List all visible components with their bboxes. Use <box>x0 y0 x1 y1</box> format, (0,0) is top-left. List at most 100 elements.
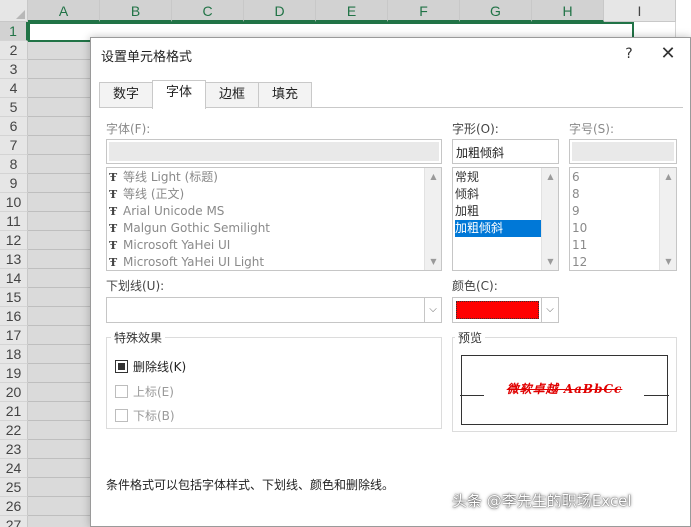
list-item[interactable]: 9 <box>572 203 580 220</box>
checkbox-icon <box>115 408 128 422</box>
superscript-checkbox[interactable]: 上标(E) <box>115 383 174 399</box>
hint-text: 条件格式可以包括字体样式、下划线、颜色和删除线。 <box>106 478 395 492</box>
list-item[interactable]: 6 <box>572 169 580 186</box>
tab-border[interactable]: 边框 <box>205 82 260 108</box>
row-header[interactable]: 12 <box>0 231 28 250</box>
row-header[interactable]: 19 <box>0 364 28 383</box>
scroll-up-icon[interactable]: ▲ <box>425 168 441 185</box>
font-style-input[interactable]: 加粗倾斜 <box>452 139 559 164</box>
row-header[interactable]: 13 <box>0 250 28 269</box>
list-item[interactable]: 10 <box>572 220 587 237</box>
subscript-checkbox[interactable]: 下标(B) <box>115 407 175 423</box>
row-header[interactable]: 14 <box>0 269 28 288</box>
column-header[interactable]: C <box>172 0 244 22</box>
row-header[interactable]: 1 <box>0 22 28 41</box>
row-header[interactable]: 8 <box>0 155 28 174</box>
tab-fill[interactable]: 填充 <box>258 82 313 108</box>
row-header[interactable]: 6 <box>0 117 28 136</box>
checkbox-checked-icon <box>115 359 128 373</box>
row-header[interactable]: 5 <box>0 98 28 117</box>
scroll-down-icon[interactable]: ▼ <box>425 253 441 270</box>
scroll-up-icon[interactable]: ▲ <box>542 168 558 185</box>
help-button[interactable]: ? <box>617 42 641 66</box>
superscript-label: 上标(E) <box>133 384 174 399</box>
tab-font[interactable]: 字体 <box>152 80 207 109</box>
truetype-icon: Ŧ <box>109 188 118 201</box>
row-header[interactable]: 26 <box>0 497 28 516</box>
font-style-value: 加粗倾斜 <box>456 146 505 160</box>
underline-label: 下划线(U): <box>106 279 165 293</box>
list-item[interactable]: 12 <box>572 254 587 270</box>
dialog-titlebar[interactable]: 设置单元格格式 ? ✕ <box>91 38 690 70</box>
column-header[interactable]: I <box>604 0 676 22</box>
column-header[interactable]: G <box>460 0 532 22</box>
strikethrough-label: 删除线(K) <box>133 359 187 374</box>
truetype-icon: Ŧ <box>109 239 118 252</box>
scroll-down-icon[interactable]: ▼ <box>542 253 558 270</box>
font-size-scrollbar[interactable]: ▲ ▼ <box>659 168 676 270</box>
watermark: 头条 @李先生的职场Excel <box>452 492 632 510</box>
font-size-list[interactable]: 6 8 9 10 11 12 ▲ ▼ <box>569 167 677 271</box>
column-header[interactable]: F <box>388 0 460 22</box>
tab-number[interactable]: 数字 <box>99 82 154 108</box>
list-item[interactable]: Ŧ Microsoft YaHei UI Light <box>109 254 264 270</box>
column-header[interactable]: E <box>316 0 388 22</box>
row-header[interactable]: 21 <box>0 402 28 421</box>
list-item[interactable]: 常规 <box>455 169 541 186</box>
row-header[interactable]: 9 <box>0 174 28 193</box>
row-header[interactable]: 25 <box>0 478 28 497</box>
row-header[interactable]: 27 <box>0 516 28 527</box>
list-item[interactable]: Ŧ Malgun Gothic Semilight <box>109 220 270 237</box>
select-all-corner[interactable] <box>0 0 28 22</box>
column-headers: A B C D E F G H I <box>28 0 676 22</box>
row-header[interactable]: 11 <box>0 212 28 231</box>
row-header[interactable]: 23 <box>0 440 28 459</box>
column-header[interactable]: D <box>244 0 316 22</box>
format-cells-dialog: 设置单元格格式 ? ✕ 数字 字体 边框 填充 字体(F): Ŧ 等线 Light… <box>90 37 691 527</box>
truetype-icon: Ŧ <box>109 171 118 184</box>
list-item[interactable]: 8 <box>572 186 580 203</box>
close-button[interactable]: ✕ <box>656 42 680 66</box>
font-style-scrollbar[interactable]: ▲ ▼ <box>541 168 558 270</box>
strikethrough-checkbox[interactable]: 删除线(K) <box>115 358 186 374</box>
column-header[interactable]: B <box>100 0 172 22</box>
row-header[interactable]: 4 <box>0 79 28 98</box>
dialog-title: 设置单元格格式 <box>101 50 193 65</box>
font-list[interactable]: Ŧ 等线 Light (标题) Ŧ 等线 (正文) Ŧ Arial Unicode M… <box>106 167 442 271</box>
list-item[interactable]: Ŧ Microsoft YaHei UI <box>109 237 230 254</box>
preview-text: 微软卓越 AaBbCc <box>506 382 623 396</box>
column-header[interactable]: A <box>28 0 100 22</box>
row-header[interactable]: 7 <box>0 136 28 155</box>
list-item[interactable]: Ŧ 等线 (正文) <box>109 186 184 203</box>
row-header[interactable]: 18 <box>0 345 28 364</box>
font-style-list[interactable]: 常规 倾斜 加粗 加粗倾斜 ▲ ▼ <box>452 167 559 271</box>
underline-select[interactable]: ⌵ <box>106 297 442 323</box>
column-header[interactable]: H <box>532 0 604 22</box>
row-header[interactable]: 17 <box>0 326 28 345</box>
list-item[interactable]: 倾斜 <box>455 186 541 203</box>
subscript-label: 下标(B) <box>133 408 175 423</box>
dialog-tabs: 数字 字体 边框 填充 <box>99 80 313 109</box>
row-header[interactable]: 10 <box>0 193 28 212</box>
list-item[interactable]: Ŧ 等线 Light (标题) <box>109 169 218 186</box>
list-item[interactable]: 加粗 <box>455 203 541 220</box>
row-header[interactable]: 2 <box>0 41 28 60</box>
list-item-selected[interactable]: 加粗倾斜 <box>455 220 541 237</box>
truetype-icon: Ŧ <box>109 205 118 218</box>
chevron-down-icon[interactable]: ⌵ <box>541 298 558 322</box>
truetype-icon: Ŧ <box>109 222 118 235</box>
list-item[interactable]: 11 <box>572 237 587 254</box>
row-header[interactable]: 3 <box>0 60 28 79</box>
row-header[interactable]: 15 <box>0 288 28 307</box>
row-header[interactable]: 24 <box>0 459 28 478</box>
row-header[interactable]: 16 <box>0 307 28 326</box>
color-picker[interactable]: ⌵ <box>452 297 559 323</box>
row-header[interactable]: 22 <box>0 421 28 440</box>
font-list-scrollbar[interactable]: ▲ ▼ <box>424 168 441 270</box>
chevron-down-icon[interactable]: ⌵ <box>424 298 441 322</box>
scroll-down-icon[interactable]: ▼ <box>660 253 676 270</box>
scroll-up-icon[interactable]: ▲ <box>660 168 676 185</box>
list-item[interactable]: Ŧ Arial Unicode MS <box>109 203 224 220</box>
checkbox-icon <box>115 384 128 398</box>
row-header[interactable]: 20 <box>0 383 28 402</box>
